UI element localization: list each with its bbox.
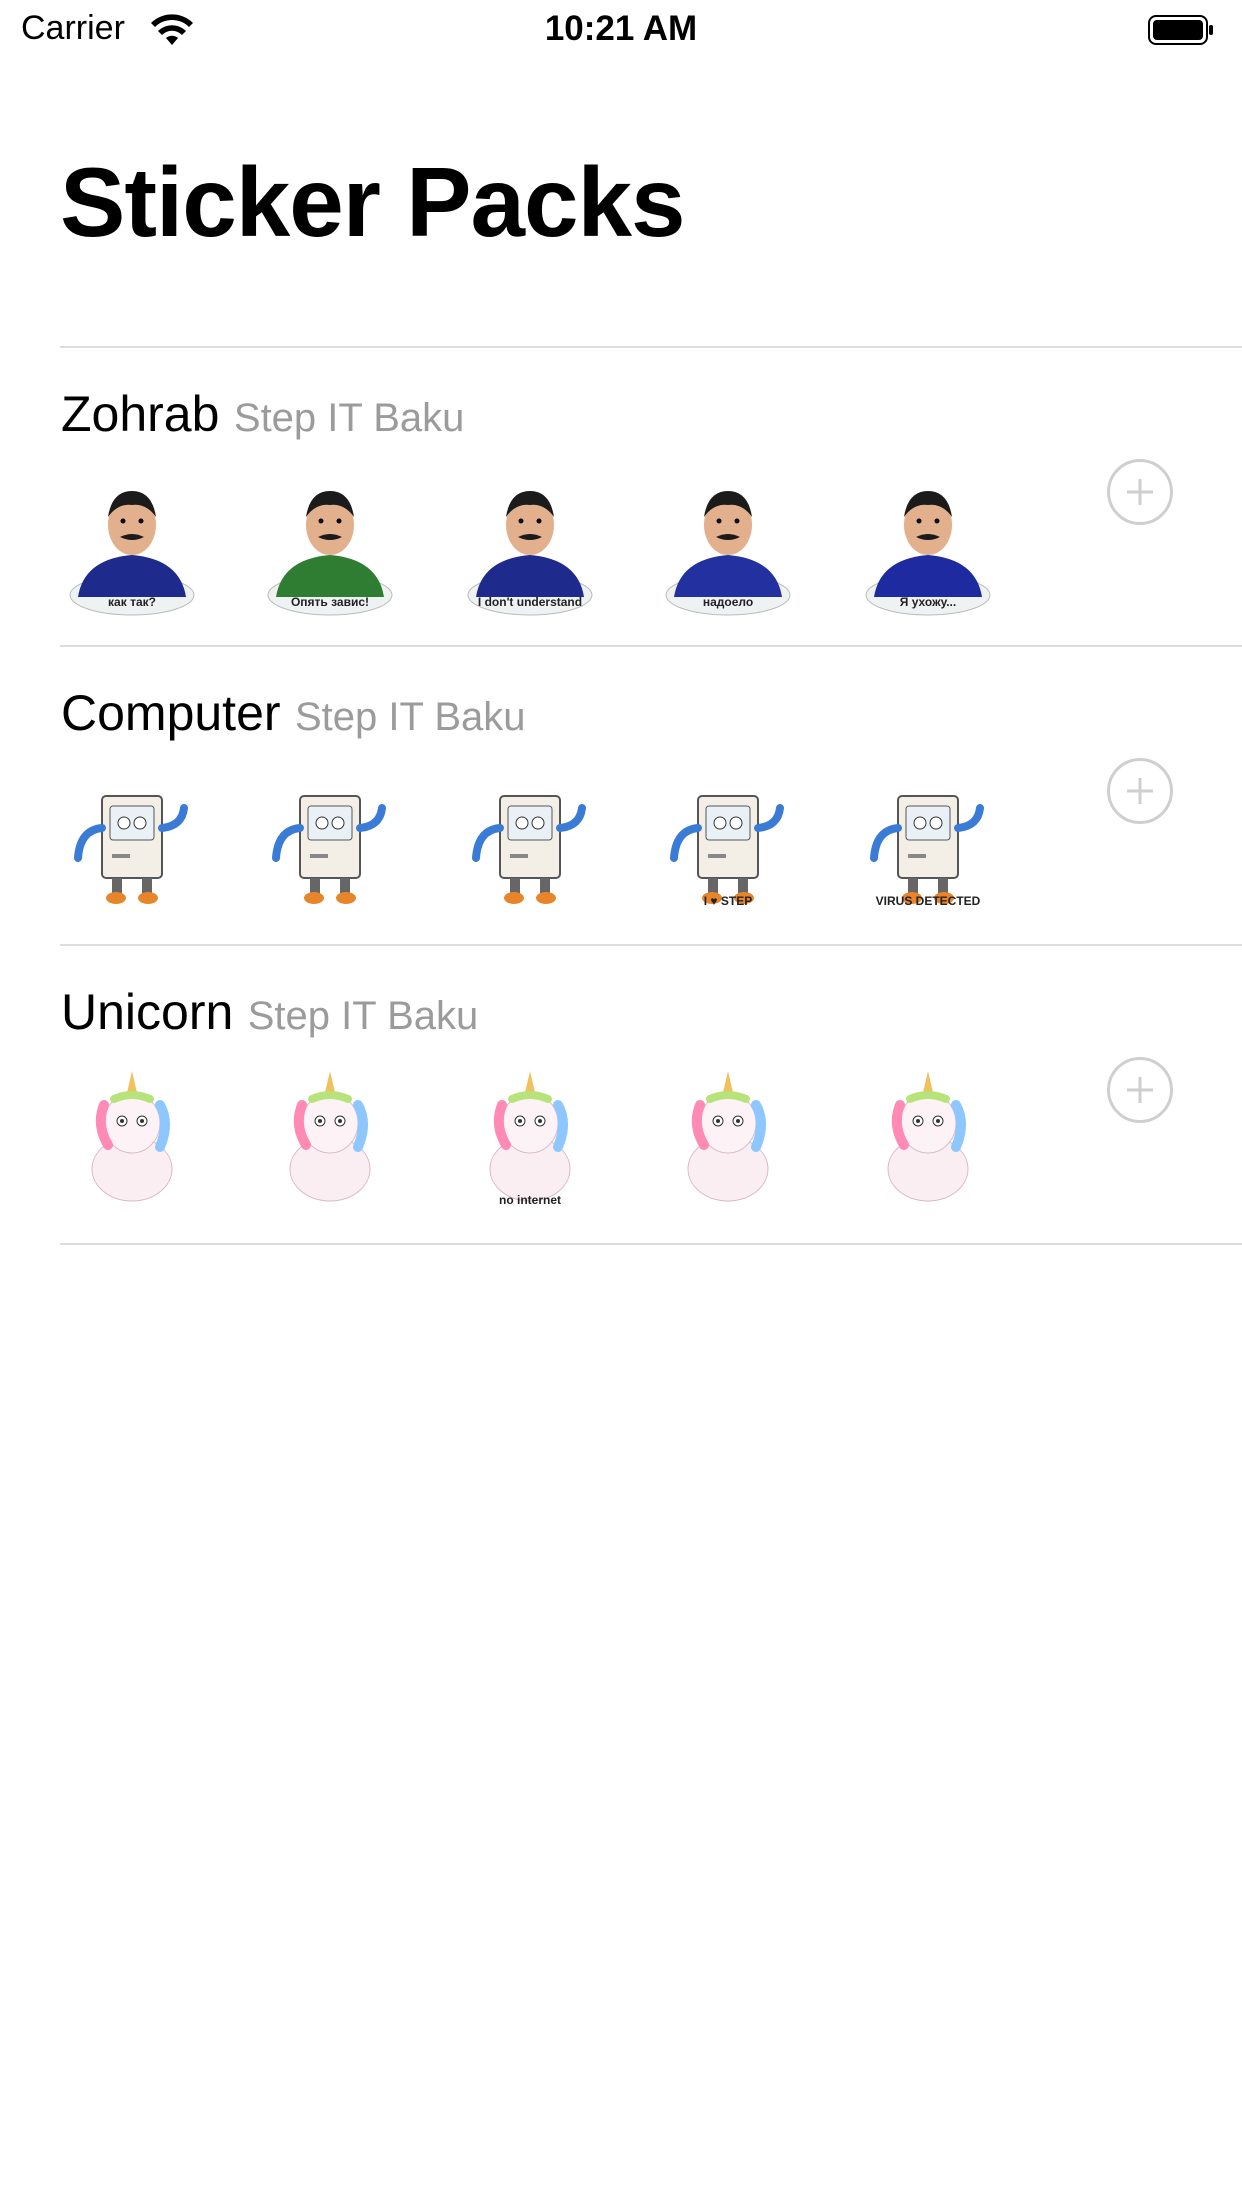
add-pack-button[interactable] (1107, 758, 1173, 824)
sticker-pack-zohrab[interactable]: Zohrab Step IT Baku как так? Опять завис… (0, 347, 1242, 645)
sticker: надоело (652, 467, 804, 619)
sticker: Я ухожу... (852, 467, 1004, 619)
sticker: как так? (56, 467, 208, 619)
sticker (254, 1065, 406, 1217)
sticker (652, 1065, 804, 1217)
sticker (56, 1065, 208, 1217)
sticker: I don't understand (454, 467, 606, 619)
pack-header: Unicorn Step IT Baku (61, 983, 478, 1041)
sticker (454, 766, 606, 918)
add-pack-button[interactable] (1107, 459, 1173, 525)
page-title: Sticker Packs (60, 147, 685, 257)
sticker-pack-computer[interactable]: Computer Step IT Baku I ♥ STEP VIRUS DET… (0, 646, 1242, 944)
plus-icon (1127, 479, 1153, 505)
sticker-caption: I ♥ STEP (703, 894, 753, 908)
plus-icon (1127, 778, 1153, 804)
sticker: Опять завис! (254, 467, 406, 619)
pack-publisher: Step IT Baku (233, 396, 465, 440)
sticker-illustration (289, 1071, 371, 1202)
sticker-illustration (91, 1071, 173, 1202)
sticker-caption: Я ухожу... (899, 595, 957, 609)
sticker-illustration (74, 795, 188, 904)
add-pack-button[interactable] (1107, 1057, 1173, 1123)
battery-icon (1148, 15, 1213, 45)
pack-name: Unicorn (61, 984, 234, 1040)
sticker: I ♥ STEP (652, 766, 804, 918)
sticker (852, 1065, 1004, 1217)
sticker-illustration (887, 1071, 969, 1202)
divider (60, 1243, 1242, 1245)
pack-publisher: Step IT Baku (247, 994, 479, 1038)
pack-header: Zohrab Step IT Baku (61, 385, 464, 443)
sticker-caption: как так? (108, 595, 156, 609)
sticker-caption: Опять завис! (290, 595, 370, 609)
sticker-illustration (472, 795, 586, 904)
sticker: VIRUS DETECTED (852, 766, 1004, 918)
sticker (254, 766, 406, 918)
sticker-caption: VIRUS DETECTED (875, 894, 981, 908)
sticker (56, 766, 208, 918)
sticker: no internet (454, 1065, 606, 1217)
pack-name: Computer (61, 685, 281, 741)
pack-name: Zohrab (61, 386, 220, 442)
sticker-caption: надоело (702, 595, 754, 609)
sticker-illustration (687, 1071, 769, 1202)
plus-icon (1127, 1077, 1153, 1103)
clock: 10:21 AM (544, 9, 698, 48)
sticker-caption: I don't understand (477, 595, 583, 609)
pack-publisher: Step IT Baku (294, 695, 526, 739)
pack-header: Computer Step IT Baku (61, 684, 526, 742)
status-bar: Carrier 10:21 AM (0, 0, 1242, 60)
sticker-caption: no internet (499, 1193, 561, 1207)
sticker-pack-unicorn[interactable]: Unicorn Step IT Baku no internet (0, 945, 1242, 1243)
sticker-illustration (272, 795, 386, 904)
